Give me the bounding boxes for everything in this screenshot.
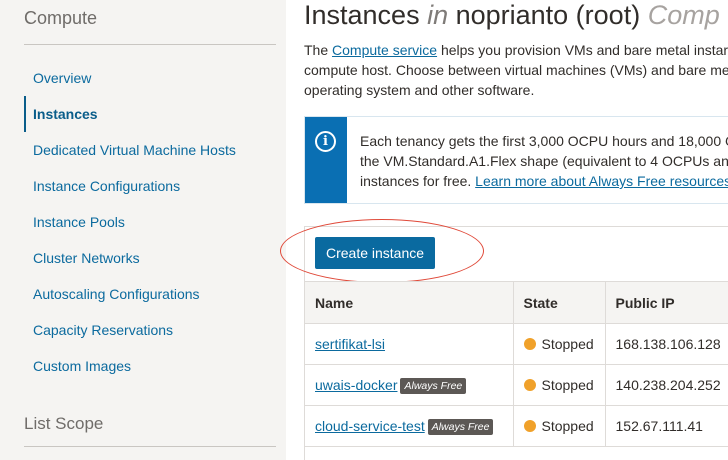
stopped-status-icon	[523, 379, 536, 391]
sidebar-title: Compute	[24, 8, 98, 28]
instance-link[interactable]: sertifikat-lsi	[315, 336, 385, 352]
sidebar-divider	[24, 44, 276, 45]
intro-prefix: The	[304, 42, 333, 58]
sidebar-item-instance-configurations[interactable]: Instance Configurations	[24, 168, 284, 204]
page-title-compartment: noprianto (root)	[448, 0, 648, 30]
always-free-badge: Always Free	[427, 418, 494, 435]
sidebar-nav: Overview Instances Dedicated Virtual Mac…	[24, 60, 284, 384]
always-free-badge: Always Free	[400, 377, 467, 394]
table-row: sertifikat-lsi Stopped 168.138.106.128	[305, 323, 728, 365]
instance-name-cell: sertifikat-lsi	[305, 323, 514, 365]
page-title-prefix: Instances	[304, 0, 428, 30]
table-row: cloud-service-test Always Free Stopped 15…	[305, 405, 728, 447]
instance-public-ip: 168.138.106.128	[605, 323, 728, 365]
info-line3: instances for free.	[360, 173, 476, 189]
instance-state-cell: Stopped	[513, 405, 606, 447]
intro-line1: helps you provision VMs and bare metal i…	[437, 42, 728, 58]
info-text: Each tenancy gets the first 3,000 OCPU h…	[360, 131, 728, 191]
create-instance-button[interactable]: Create instance	[315, 237, 435, 269]
instance-name-cell: cloud-service-test Always Free	[305, 405, 514, 447]
stopped-status-icon	[523, 420, 536, 432]
list-scope-title: List Scope	[24, 414, 104, 433]
table-header-row: Name State Public IP	[305, 281, 728, 324]
sidebar: Compute Overview Instances Dedicated Vir…	[0, 0, 286, 460]
instance-public-ip: 140.238.204.252	[605, 364, 728, 406]
sidebar-item-autoscaling-configurations[interactable]: Autoscaling Configurations	[24, 276, 284, 312]
info-line2: the VM.Standard.A1.Flex shape (equivalen…	[360, 153, 728, 169]
info-icon: i	[315, 131, 336, 152]
main-content: Instances in noprianto (root) Comp The C…	[280, 0, 728, 460]
intro-line3: operating system and other software.	[304, 82, 535, 98]
page-title-suffix: Comp	[647, 0, 720, 30]
instance-link[interactable]: cloud-service-test	[315, 418, 425, 434]
page-title-in: in	[427, 0, 449, 30]
stopped-status-icon	[523, 338, 536, 350]
intro-line2: compute host. Choose between virtual mac…	[304, 62, 728, 78]
compute-service-link[interactable]: Compute service	[332, 42, 437, 58]
always-free-info-box: i Each tenancy gets the first 3,000 OCPU…	[304, 116, 728, 204]
sidebar-divider-bottom	[24, 446, 276, 447]
instance-state: Stopped	[541, 377, 594, 393]
sidebar-item-cluster-networks[interactable]: Cluster Networks	[24, 240, 284, 276]
instance-state-cell: Stopped	[513, 323, 606, 365]
column-header-state[interactable]: State	[513, 281, 606, 324]
info-line1: Each tenancy gets the first 3,000 OCPU h…	[360, 133, 728, 149]
intro-text: The Compute service helps you provision …	[304, 40, 728, 100]
info-strip: i	[305, 117, 347, 203]
sidebar-item-capacity-reservations[interactable]: Capacity Reservations	[24, 312, 284, 348]
sidebar-item-custom-images[interactable]: Custom Images	[24, 348, 284, 384]
instances-panel: Create instance Name State Public IP ser…	[280, 219, 728, 460]
sidebar-item-instances[interactable]: Instances	[24, 96, 284, 132]
instance-public-ip: 152.67.111.41	[605, 405, 728, 447]
sidebar-item-instance-pools[interactable]: Instance Pools	[24, 204, 284, 240]
sidebar-item-dedicated-vm-hosts[interactable]: Dedicated Virtual Machine Hosts	[24, 132, 284, 168]
column-header-public-ip[interactable]: Public IP	[605, 281, 728, 324]
table-row: uwais-docker Always Free Stopped 140.238.…	[305, 364, 728, 406]
sidebar-item-overview[interactable]: Overview	[24, 60, 284, 96]
always-free-learn-more-link[interactable]: Learn more about Always Free resources	[475, 173, 728, 189]
column-header-name[interactable]: Name	[305, 281, 514, 324]
instance-name-cell: uwais-docker Always Free	[305, 364, 514, 406]
page-title: Instances in noprianto (root) Comp	[304, 0, 720, 31]
instances-table: Name State Public IP sertifikat-lsi Stop…	[305, 281, 728, 447]
instance-state: Stopped	[541, 336, 594, 352]
instance-state: Stopped	[541, 418, 594, 434]
instance-state-cell: Stopped	[513, 364, 606, 406]
instance-link[interactable]: uwais-docker	[315, 377, 397, 393]
